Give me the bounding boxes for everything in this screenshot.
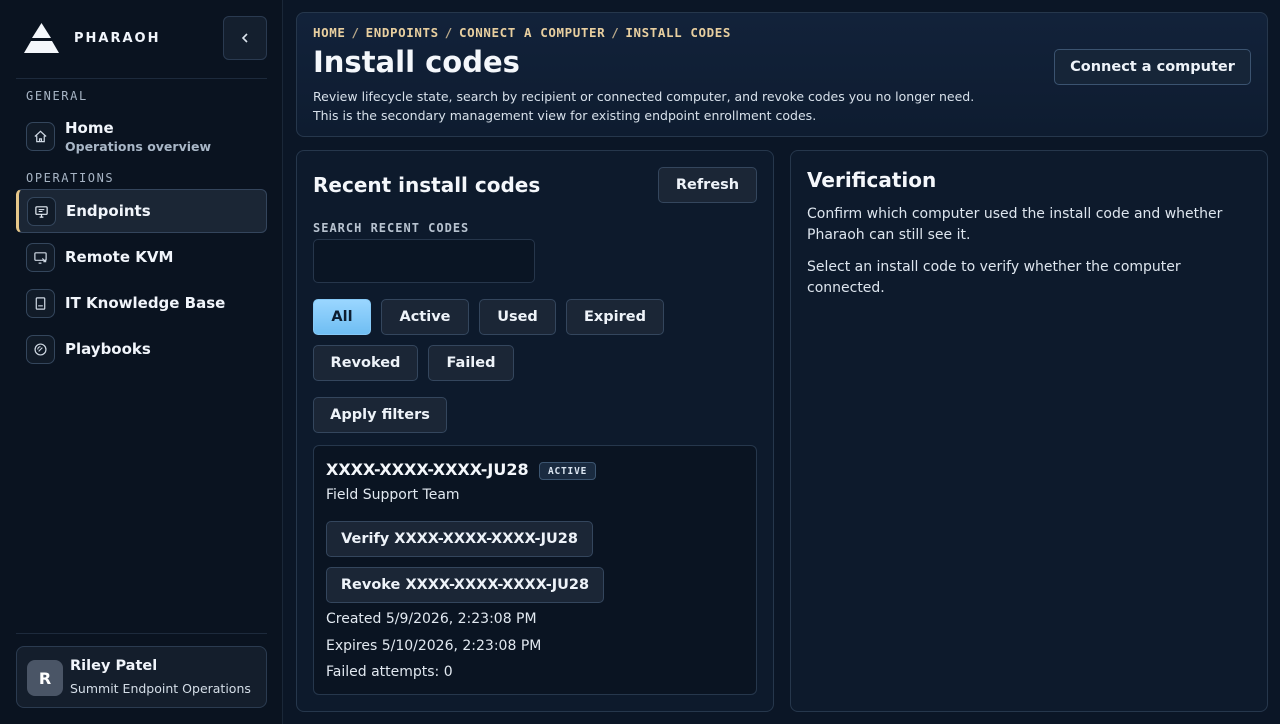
filter-used[interactable]: Used: [479, 299, 556, 335]
page-description: Review lifecycle state, search by recipi…: [313, 87, 974, 125]
verification-empty-state: Select an install code to verify whether…: [807, 259, 1181, 296]
avatar: R: [27, 660, 63, 696]
chevron-left-icon: [241, 33, 248, 43]
search-label: SEARCH RECENT CODES: [313, 221, 470, 235]
breadcrumb-separator: /: [444, 25, 453, 40]
install-code-card: XXXX-XXXX-XXXX-JU28 ACTIVE Field Support…: [313, 445, 757, 695]
filter-expired[interactable]: Expired: [566, 299, 664, 335]
breadcrumb-endpoints[interactable]: ENDPOINTS: [366, 25, 439, 40]
failed-attempts: Failed attempts: 0: [326, 664, 453, 680]
filter-all[interactable]: All: [313, 299, 371, 335]
sidebar-item-home[interactable]: Home Operations overview: [16, 113, 267, 159]
sidebar-item-remote-kvm[interactable]: Remote KVM: [16, 237, 267, 277]
book-icon: [26, 288, 55, 318]
panel-title: Verification: [807, 168, 937, 192]
verification-panel: Verification Confirm which computer used…: [790, 150, 1268, 712]
gauge-icon: [26, 334, 55, 364]
breadcrumb-separator: /: [351, 25, 360, 40]
sidebar-item-endpoints[interactable]: Endpoints: [16, 189, 267, 233]
install-code-recipient: Field Support Team: [326, 487, 460, 503]
created-timestamp: Created 5/9/2026, 2:23:08 PM: [326, 611, 537, 627]
page-description-line: Review lifecycle state, search by recipi…: [313, 89, 975, 104]
breadcrumb-home[interactable]: HOME: [313, 25, 346, 40]
user-card[interactable]: R Riley Patel Summit Endpoint Operations: [16, 646, 267, 708]
user-name: Riley Patel: [70, 658, 158, 674]
sidebar-item-label: Home: [65, 118, 114, 137]
install-code-id: XXXX-XXXX-XXXX-JU28: [326, 460, 529, 479]
expires-timestamp: Expires 5/10/2026, 2:23:08 PM: [326, 638, 542, 654]
verify-code-button[interactable]: Verify XXXX-XXXX-XXXX-JU28: [326, 521, 593, 557]
sidebar-divider: [16, 78, 267, 79]
sidebar-item-playbooks[interactable]: Playbooks: [16, 329, 267, 369]
filter-active[interactable]: Active: [381, 299, 469, 335]
revoke-code-button[interactable]: Revoke XXXX-XXXX-XXXX-JU28: [326, 567, 604, 603]
sidebar-item-label: Remote KVM: [65, 248, 174, 266]
brand[interactable]: PHARAOH: [24, 22, 160, 54]
search-input[interactable]: [313, 239, 535, 283]
sidebar-divider: [16, 633, 267, 634]
remote-screen-icon: [26, 242, 55, 272]
breadcrumb-separator: /: [611, 25, 620, 40]
verification-description: Confirm which computer used the install …: [807, 206, 1223, 243]
collapse-sidebar-button[interactable]: [223, 16, 267, 60]
user-org: Summit Endpoint Operations: [70, 681, 251, 696]
home-icon: [26, 121, 55, 151]
breadcrumb: HOME / ENDPOINTS / CONNECT A COMPUTER / INSTAL…: [313, 25, 731, 40]
page-title: Install codes: [313, 45, 520, 79]
page-header: HOME / ENDPOINTS / CONNECT A COMPUTER / INSTAL…: [296, 12, 1268, 137]
sidebar: PHARAOH GENERAL Home Operations overview…: [0, 0, 283, 724]
pharaoh-logo-icon: [24, 22, 59, 54]
connect-computer-button[interactable]: Connect a computer: [1054, 49, 1251, 85]
breadcrumb-connect-computer[interactable]: CONNECT A COMPUTER: [459, 25, 605, 40]
brand-name: PHARAOH: [74, 30, 161, 46]
panel-title: Recent install codes: [313, 173, 541, 197]
recent-codes-panel: Recent install codes Refresh SEARCH RECE…: [296, 150, 774, 712]
refresh-button[interactable]: Refresh: [658, 167, 757, 203]
monitor-icon: [27, 196, 56, 226]
section-label-general: GENERAL: [26, 89, 88, 103]
page-description-line: This is the secondary management view fo…: [313, 108, 817, 123]
sidebar-item-label: IT Knowledge Base: [65, 294, 226, 312]
breadcrumb-install-codes: INSTALL CODES: [625, 25, 731, 40]
filter-revoked[interactable]: Revoked: [313, 345, 418, 381]
section-label-operations: OPERATIONS: [26, 171, 115, 185]
sidebar-item-label: Endpoints: [66, 202, 151, 220]
sidebar-item-label: Playbooks: [65, 340, 151, 358]
sidebar-item-sublabel: Operations overview: [65, 138, 212, 154]
filter-failed[interactable]: Failed: [428, 345, 514, 381]
sidebar-item-knowledge-base[interactable]: IT Knowledge Base: [16, 283, 267, 323]
status-badge: ACTIVE: [539, 462, 597, 480]
apply-filters-button[interactable]: Apply filters: [313, 397, 447, 433]
